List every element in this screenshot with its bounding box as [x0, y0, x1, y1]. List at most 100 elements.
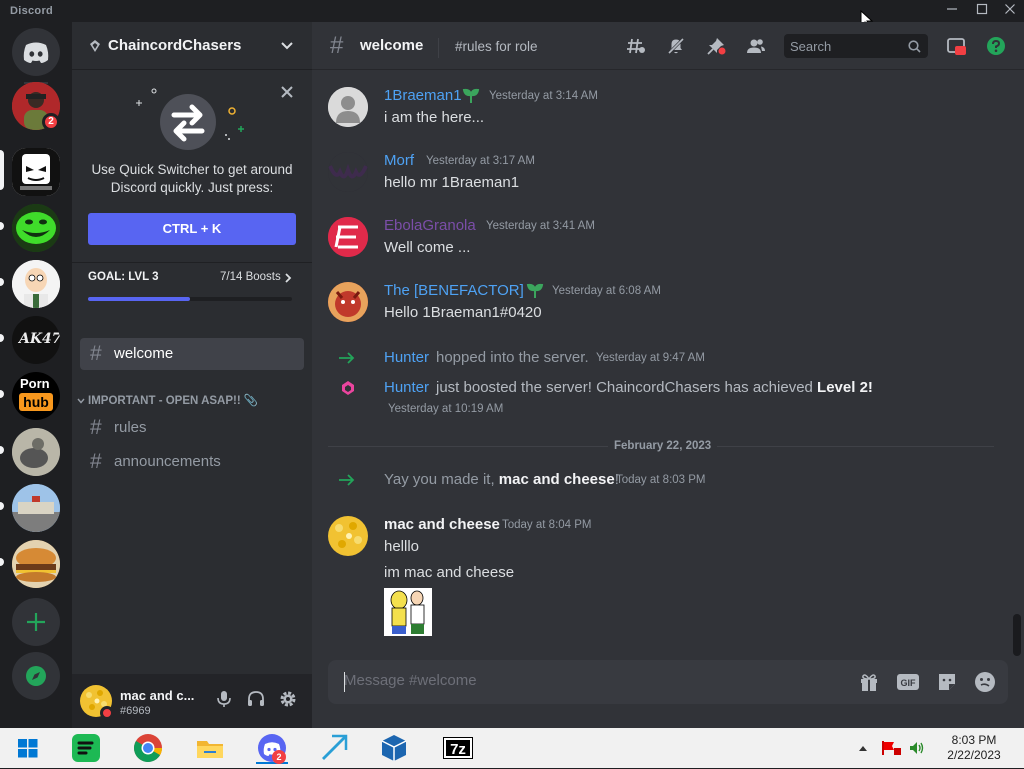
server-ph[interactable]: Porn hub	[12, 372, 60, 420]
server-face-sketch[interactable]	[12, 148, 60, 196]
message-composer[interactable]: Message #welcome GIF	[328, 660, 1008, 704]
emoji-button[interactable]	[974, 671, 996, 693]
speaker-icon[interactable]	[908, 740, 926, 756]
start-button[interactable]	[12, 732, 44, 764]
spotify-icon	[72, 734, 100, 762]
message-author[interactable]: The [BENEFACTOR]	[384, 282, 524, 299]
help-button[interactable]	[986, 36, 1006, 56]
user-settings-button[interactable]	[278, 689, 298, 709]
burger-icon	[12, 540, 60, 588]
chat-scrollbar[interactable]	[1013, 614, 1021, 656]
taskbar-chrome[interactable]	[132, 732, 164, 764]
windows-taskbar: 2 7z 8:03 PM 2/22/2023	[0, 728, 1024, 768]
sticker-icon	[939, 674, 955, 690]
message-avatar[interactable]	[328, 516, 368, 556]
server-sketch-icon	[12, 148, 60, 196]
clock-time: 8:03 PM	[951, 733, 997, 747]
message-timestamp: Yesterday at 3:17 AM	[426, 155, 535, 167]
hash-icon: #	[90, 416, 102, 439]
chrome-icon	[134, 734, 162, 762]
system-clock[interactable]: 8:03 PM 2/22/2023	[934, 733, 1014, 763]
maximize-icon	[976, 3, 988, 15]
server-ph-label-bottom: hub	[19, 393, 53, 411]
server-burger[interactable]	[12, 540, 60, 588]
server-building[interactable]	[12, 484, 60, 532]
mute-button[interactable]	[214, 689, 234, 709]
unread-indicator	[0, 558, 4, 566]
server-photo[interactable]	[12, 428, 60, 476]
message-avatar[interactable]	[328, 217, 368, 257]
deafen-button[interactable]	[246, 689, 266, 709]
message-author[interactable]: mac and cheese	[384, 516, 500, 533]
channel-topic[interactable]: #rules for role	[455, 39, 538, 54]
notification-settings-button[interactable]	[666, 36, 686, 56]
message-avatar[interactable]	[328, 152, 368, 192]
message-avatar[interactable]	[328, 87, 368, 127]
user-tag: #6969	[120, 705, 151, 717]
welcome-user[interactable]: mac and cheese	[499, 471, 615, 488]
direct-messages-button[interactable]	[12, 28, 60, 76]
message-author[interactable]: EbolaGranola	[384, 217, 476, 234]
gif-button[interactable]: GIF	[896, 671, 920, 693]
server-ak47[interactable]: AK47	[12, 316, 60, 364]
message-avatar[interactable]	[328, 282, 368, 322]
hash-icon: #	[330, 32, 344, 59]
server-unread-badge: 2	[42, 113, 60, 131]
search-input[interactable]: Search	[784, 34, 928, 58]
channel-name: announcements	[114, 453, 221, 470]
pinned-messages-button[interactable]	[706, 36, 726, 56]
explore-servers-button[interactable]	[12, 652, 60, 700]
server-trollface[interactable]	[12, 204, 60, 252]
guild-header[interactable]: ChaincordChasers	[72, 22, 312, 70]
taskbar-virtualbox[interactable]	[378, 732, 410, 764]
user-name: mac and c...	[120, 688, 195, 703]
trollface-icon	[12, 204, 60, 252]
add-server-button[interactable]	[12, 598, 60, 646]
channel-welcome[interactable]: # welcome	[80, 338, 304, 370]
message-input[interactable]: Message #welcome	[344, 672, 477, 689]
system-author[interactable]: Hunter	[384, 349, 429, 366]
red-flag-icon[interactable]	[880, 740, 902, 756]
boost-progress-fill	[88, 297, 190, 301]
sticker-button[interactable]	[936, 671, 958, 693]
system-timestamp: Yesterday at 10:19 AM	[388, 403, 504, 415]
svg-text:GIF: GIF	[901, 678, 917, 688]
close-button[interactable]	[1002, 3, 1018, 19]
chevron-down-icon	[77, 398, 85, 404]
maximize-button[interactable]	[974, 3, 990, 19]
taskbar-spotify[interactable]	[70, 732, 102, 764]
taskbar-file-explorer[interactable]	[194, 732, 226, 764]
server-rail: 2 AK47 Porn hub	[0, 22, 72, 728]
unread-indicator	[0, 334, 4, 342]
taskbar-app-blue[interactable]	[318, 732, 350, 764]
unread-indicator	[0, 222, 4, 230]
close-icon	[281, 86, 293, 98]
peter-griffin-icon	[12, 260, 60, 308]
channel-rules[interactable]: # rules	[80, 412, 304, 444]
unread-indicator	[0, 502, 4, 510]
threads-button[interactable]	[626, 36, 646, 56]
plus-icon	[27, 613, 45, 631]
member-list-button[interactable]	[746, 36, 766, 56]
server-peter-griffin[interactable]	[12, 260, 60, 308]
sticker-image[interactable]	[384, 588, 432, 636]
message-author[interactable]: Morf	[384, 152, 414, 169]
system-author[interactable]: Hunter	[384, 379, 429, 396]
boost-goal[interactable]: GOAL: LVL 3 7/14 Boosts	[72, 262, 312, 306]
discord-logo-icon	[23, 42, 49, 63]
chevron-up-icon[interactable]	[858, 744, 868, 752]
minimize-button[interactable]	[944, 3, 960, 19]
ctrl-k-button[interactable]: CTRL + K	[88, 213, 296, 245]
gift-icon	[861, 674, 877, 691]
close-tip-button[interactable]	[279, 84, 295, 100]
channel-announcements[interactable]: # announcements	[80, 446, 304, 478]
inbox-button[interactable]	[946, 36, 966, 56]
gift-button[interactable]	[858, 671, 880, 693]
taskbar-7zip[interactable]: 7z	[442, 732, 474, 764]
category-important[interactable]: IMPORTANT - OPEN ASAP!! 📎	[76, 392, 308, 410]
message-timestamp: Yesterday at 3:41 AM	[486, 220, 595, 232]
members-icon	[747, 39, 765, 53]
header-divider	[438, 38, 439, 58]
system-text-bold: Level 2!	[817, 379, 873, 396]
message-author[interactable]: 1Braeman1	[384, 87, 462, 104]
